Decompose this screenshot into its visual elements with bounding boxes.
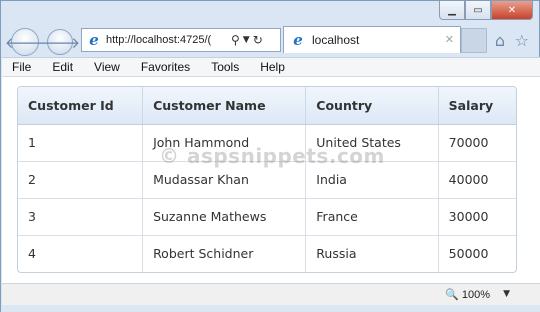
refresh-icon[interactable]: ↻ xyxy=(253,33,263,47)
cell-salary: 70000 xyxy=(438,124,516,162)
cell-customer-id: 2 xyxy=(18,161,144,199)
menu-edit[interactable]: Edit xyxy=(52,60,73,74)
maximize-button[interactable]: ▭ xyxy=(465,1,491,20)
menu-help[interactable]: Help xyxy=(260,60,285,74)
address-text[interactable]: http://localhost:4725/( xyxy=(106,34,228,46)
close-button[interactable]: ✕ xyxy=(491,1,533,20)
minimize-button[interactable]: ▁ xyxy=(439,1,465,20)
window-bottom-edge xyxy=(1,305,540,312)
forward-button[interactable]: 🡒 xyxy=(40,29,80,55)
customers-table: Customer Id Customer Name Country Salary… xyxy=(18,87,516,272)
table-row: 3 Suzanne Mathews France 30000 xyxy=(18,198,516,236)
table-row: 2 Mudassar Khan India 40000 xyxy=(18,161,516,199)
cell-customer-name: Mudassar Khan xyxy=(142,161,307,199)
address-bar[interactable]: e http://localhost:4725/( ⚲ ▼ ↻ xyxy=(81,28,281,52)
forward-arrow-icon: 🡒 xyxy=(39,33,81,52)
cell-customer-name: Robert Schidner xyxy=(142,235,307,272)
status-bar: 🔍 100% ▼ xyxy=(2,283,540,305)
zoom-dropdown-icon[interactable]: ▼ xyxy=(503,289,510,299)
column-header-customer-id: Customer Id xyxy=(18,87,144,125)
cell-customer-name: John Hammond xyxy=(142,124,307,162)
cell-customer-name: Suzanne Mathews xyxy=(142,198,307,236)
zoom-level: 100% xyxy=(461,288,490,301)
tab-localhost[interactable]: e localhost ✕ xyxy=(283,26,461,53)
home-icon[interactable]: ⌂ xyxy=(495,31,505,50)
window-caption-buttons: ▁ ▭ ✕ xyxy=(439,1,533,21)
cell-salary: 40000 xyxy=(438,161,516,199)
cell-country: United States xyxy=(305,124,439,162)
cell-country: Russia xyxy=(305,235,439,272)
cell-customer-id: 4 xyxy=(18,235,144,272)
cell-country: France xyxy=(305,198,439,236)
menu-file[interactable]: File xyxy=(12,60,31,74)
page-content: Customer Id Customer Name Country Salary… xyxy=(2,77,540,283)
menu-favorites[interactable]: Favorites xyxy=(141,60,190,74)
menu-view[interactable]: View xyxy=(94,60,120,74)
column-header-salary: Salary xyxy=(438,87,516,125)
customers-grid: Customer Id Customer Name Country Salary… xyxy=(17,86,517,273)
navigation-bar: 🡐 🡒 e http://localhost:4725/( ⚲ ▼ ↻ e lo… xyxy=(5,26,535,57)
browser-window: ▁ ▭ ✕ 🡐 🡒 e http://localhost:4725/( ⚲ ▼ … xyxy=(0,0,540,312)
table-row: 1 John Hammond United States 70000 xyxy=(18,124,516,162)
zoom-control[interactable]: 🔍 100% xyxy=(445,288,490,302)
ie-logo-icon: e xyxy=(89,31,99,49)
tab-label: localhost xyxy=(312,33,360,47)
menu-tools[interactable]: Tools xyxy=(211,60,239,74)
table-row: 4 Robert Schidner Russia 50000 xyxy=(18,235,516,272)
cell-salary: 50000 xyxy=(448,246,489,262)
zoom-icon: 🔍 xyxy=(445,289,459,301)
ie-logo-icon: e xyxy=(293,31,303,49)
dropdown-icon[interactable]: ▼ xyxy=(243,35,250,45)
back-button[interactable]: 🡐 xyxy=(5,28,45,56)
table-header-row: Customer Id Customer Name Country Salary xyxy=(18,87,516,125)
new-tab-button[interactable] xyxy=(461,28,487,53)
favorites-star-icon[interactable]: ☆ xyxy=(515,31,529,50)
search-icon[interactable]: ⚲ xyxy=(231,33,240,47)
column-header-customer-name: Customer Name xyxy=(142,87,307,125)
column-header-country: Country xyxy=(305,87,439,125)
cell-country: India xyxy=(305,161,439,199)
cell-salary: 30000 xyxy=(438,198,516,236)
cell-customer-id: 1 xyxy=(18,124,144,162)
tab-close-icon[interactable]: ✕ xyxy=(445,33,454,46)
cell-customer-id: 3 xyxy=(18,198,144,236)
menu-bar: File Edit View Favorites Tools Help xyxy=(2,57,540,77)
